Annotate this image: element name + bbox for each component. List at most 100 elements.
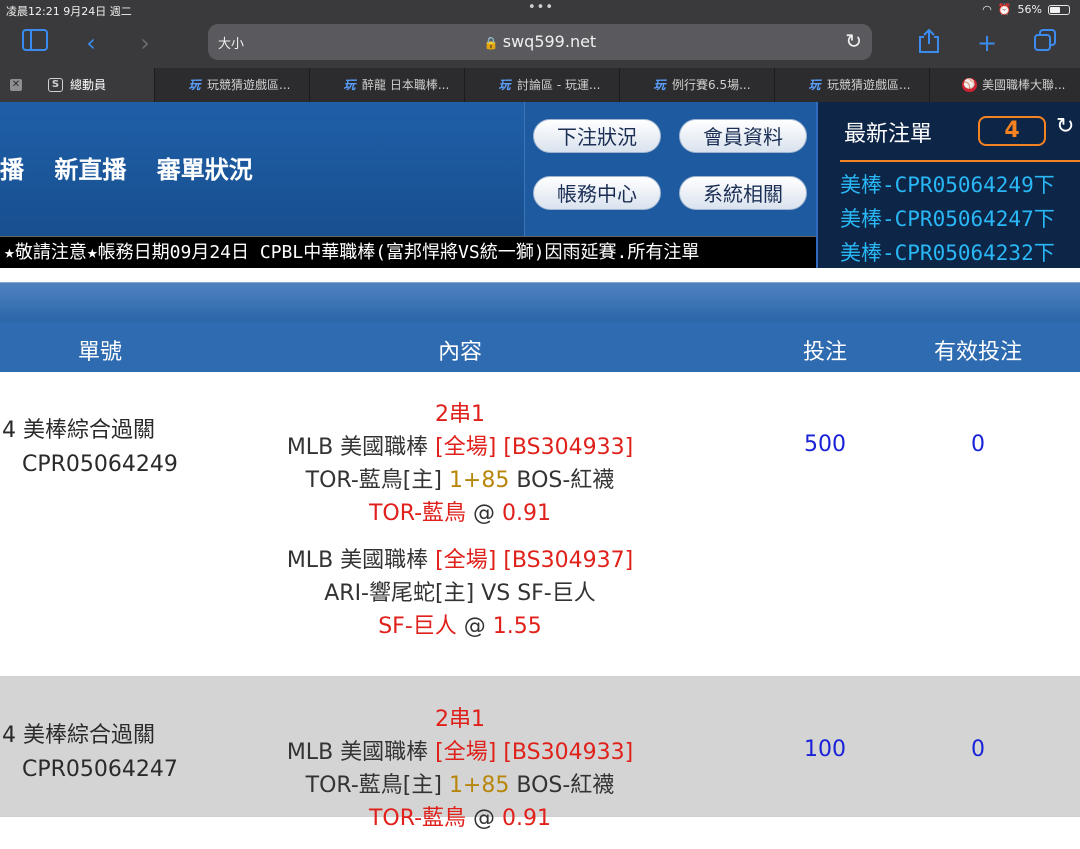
forward-icon[interactable]: › <box>130 28 160 58</box>
alarm-icon: ⏰ <box>997 3 1012 16</box>
close-tab-icon[interactable]: ✕ <box>10 79 22 91</box>
parlay-type: 2串1 <box>435 402 485 427</box>
sidebar-icon[interactable] <box>20 28 50 58</box>
valid-stake-amount: 0 <box>971 737 985 762</box>
odds: 0.91 <box>502 501 552 526</box>
battery-icon <box>1048 4 1070 15</box>
announcement-marquee: ★敬請注意★帳務日期09月24日 CPBL中華職棒(富邦悍將VS統一獅)因雨延賽… <box>0 236 816 268</box>
wifi-icon: ◠ <box>982 3 992 16</box>
w-icon: 玩 <box>343 78 356 92</box>
stake-amount: 500 <box>804 432 846 457</box>
tab-2[interactable]: 玩 醉龍 日本職棒... <box>310 68 465 102</box>
nav-item-review-status[interactable]: 審單狀況 <box>157 156 253 184</box>
away-team: BOS-紅襪 <box>516 773 615 798</box>
odds: 1.55 <box>492 614 542 639</box>
latest-bets-title: 最新注單 <box>844 122 933 147</box>
parlay-type: 2串1 <box>435 707 485 732</box>
s-icon: S <box>48 78 63 92</box>
tab-label: 美國職棒大聯... <box>982 78 1066 92</box>
league: MLB 美國職棒 <box>286 435 429 460</box>
accounts-center-button[interactable]: 帳務中心 <box>533 176 661 210</box>
order-type: 24 美棒綜合過關 <box>0 723 155 748</box>
nav-item-broadcast[interactable]: 播 <box>0 156 24 184</box>
main-nav: 播 新直播 審單狀況 <box>0 150 275 185</box>
table-row: 24 美棒綜合過關 CPR05064249 2串1 MLB 美國職棒 [全場] … <box>0 372 1080 677</box>
browser-toolbar: ‹ › 大小 🔒 swq599.net ↻ + <box>0 20 1080 68</box>
handicap-line: 1+85 <box>448 773 510 798</box>
game-code: [BS304933] <box>503 740 634 765</box>
home-team: ARI-響尾蛇[主] <box>324 581 475 606</box>
col-order-id: 單號 <box>77 340 122 365</box>
w-icon: 玩 <box>188 78 201 92</box>
new-tab-icon[interactable]: + <box>972 28 1002 58</box>
tab-bar: ✕ S 總動員 玩 玩競猜遊戲區... 玩 醉龍 日本職棒... 玩 討論區 -… <box>0 68 1080 102</box>
away-team: SF-巨人 <box>517 581 596 606</box>
latest-bet-item[interactable]: 美棒-CPR05064232下 <box>840 236 1055 270</box>
table-header: 單號 內容 投注 有效投注 <box>0 322 1080 372</box>
scope: [全場] <box>435 435 497 460</box>
at-sign: @ <box>463 614 486 639</box>
pick: SF-巨人 <box>378 614 457 639</box>
member-info-button[interactable]: 會員資料 <box>679 119 807 153</box>
status-time: 凌晨12:21 9月24日 週二 <box>6 5 132 18</box>
table-row: 24 美棒綜合過關 CPR05064247 2串1 MLB 美國職棒 [全場] … <box>0 677 1080 831</box>
divider <box>840 160 1080 162</box>
home-team: TOR-藍鳥[主] <box>305 468 442 493</box>
bet-status-button[interactable]: 下注狀況 <box>533 119 661 153</box>
handicap-line: 1+85 <box>448 468 510 493</box>
bet-leg: MLB 美國職棒 [全場] [BS304933] TOR-藍鳥[主] 1+85 … <box>230 431 690 530</box>
scope: [全場] <box>435 740 497 765</box>
latest-bet-item[interactable]: 美棒-CPR05064247下 <box>840 202 1055 236</box>
latest-bet-item[interactable]: 美棒-CPR05064249下 <box>840 168 1055 202</box>
latest-bets-list: 美棒-CPR05064249下 美棒-CPR05064247下 美棒-CPR05… <box>840 168 1055 270</box>
action-button-panel: 下注狀況 會員資料 帳務中心 系統相關 <box>524 102 816 236</box>
share-icon[interactable] <box>914 28 944 58</box>
tab-label: 例行賽6.5場... <box>672 78 751 92</box>
back-icon[interactable]: ‹ <box>76 28 106 58</box>
status-right: ◠ ⏰ 56% <box>982 3 1070 16</box>
col-stake: 投注 <box>802 340 847 365</box>
tab-label: 總動員 <box>70 78 107 92</box>
tab-6[interactable]: ⚾ 美國職棒大聯... <box>930 68 1080 102</box>
address-bar[interactable]: 大小 🔒 swq599.net ↻ <box>208 24 872 60</box>
league: MLB 美國職棒 <box>286 548 429 573</box>
w-icon: 玩 <box>653 78 666 92</box>
nav-item-new-live[interactable]: 新直播 <box>54 156 126 184</box>
bet-leg: MLB 美國職棒 [全場] [BS304933] TOR-藍鳥[主] 1+85 … <box>230 736 690 835</box>
tab-label: 玩競猜遊戲區... <box>207 78 291 92</box>
vs-label: VS <box>481 581 511 606</box>
tab-4[interactable]: 玩 例行賽6.5場... <box>620 68 775 102</box>
tab-1[interactable]: 玩 玩競猜遊戲區... <box>155 68 310 102</box>
order-id: CPR05064249 <box>22 452 178 477</box>
refresh-icon[interactable]: ↻ <box>1056 114 1074 139</box>
tab-label: 討論區 - 玩運... <box>517 78 601 92</box>
pick: TOR-藍鳥 <box>368 501 467 526</box>
tab-0[interactable]: ✕ S 總動員 <box>0 68 155 102</box>
multitask-dots[interactable]: ••• <box>528 0 554 15</box>
tabs-overview-icon[interactable] <box>1030 28 1060 58</box>
w-icon: 玩 <box>808 78 821 92</box>
web-content: 播 新直播 審單狀況 下注狀況 會員資料 帳務中心 系統相關 最新注單 4 ↻ … <box>0 102 1080 831</box>
w-icon: 玩 <box>498 78 511 92</box>
home-team: TOR-藍鳥[主] <box>305 773 442 798</box>
away-team: BOS-紅襪 <box>516 468 615 493</box>
tab-3[interactable]: 玩 討論區 - 玩運... <box>465 68 620 102</box>
bet-content: 2串1 MLB 美國職棒 [全場] [BS304933] TOR-藍鳥[主] 1… <box>230 398 690 657</box>
bet-content: 2串1 MLB 美國職棒 [全場] [BS304933] TOR-藍鳥[主] 1… <box>230 703 690 849</box>
game-code: [BS304937] <box>503 548 634 573</box>
stake-amount: 100 <box>804 737 846 762</box>
valid-stake-amount: 0 <box>971 432 985 457</box>
system-button[interactable]: 系統相關 <box>679 176 807 210</box>
url-text[interactable]: 🔒 swq599.net <box>208 32 872 51</box>
col-valid-stake: 有效投注 <box>933 340 1022 365</box>
bet-leg: MLB 美國職棒 [全場] [BS304937] ARI-響尾蛇[主] VS S… <box>230 544 690 643</box>
tab-5[interactable]: 玩 玩競猜遊戲區... <box>775 68 930 102</box>
at-sign: @ <box>473 501 496 526</box>
reload-icon[interactable]: ↻ <box>845 29 862 53</box>
game-code: [BS304933] <box>503 435 634 460</box>
league: MLB 美國職棒 <box>286 740 429 765</box>
status-bar: 凌晨12:21 9月24日 週二 ••• ◠ ⏰ 56% <box>0 0 1080 20</box>
baseball-icon: ⚾ <box>962 78 977 92</box>
lock-icon: 🔒 <box>483 36 499 50</box>
order-type: 24 美棒綜合過關 <box>0 418 155 443</box>
